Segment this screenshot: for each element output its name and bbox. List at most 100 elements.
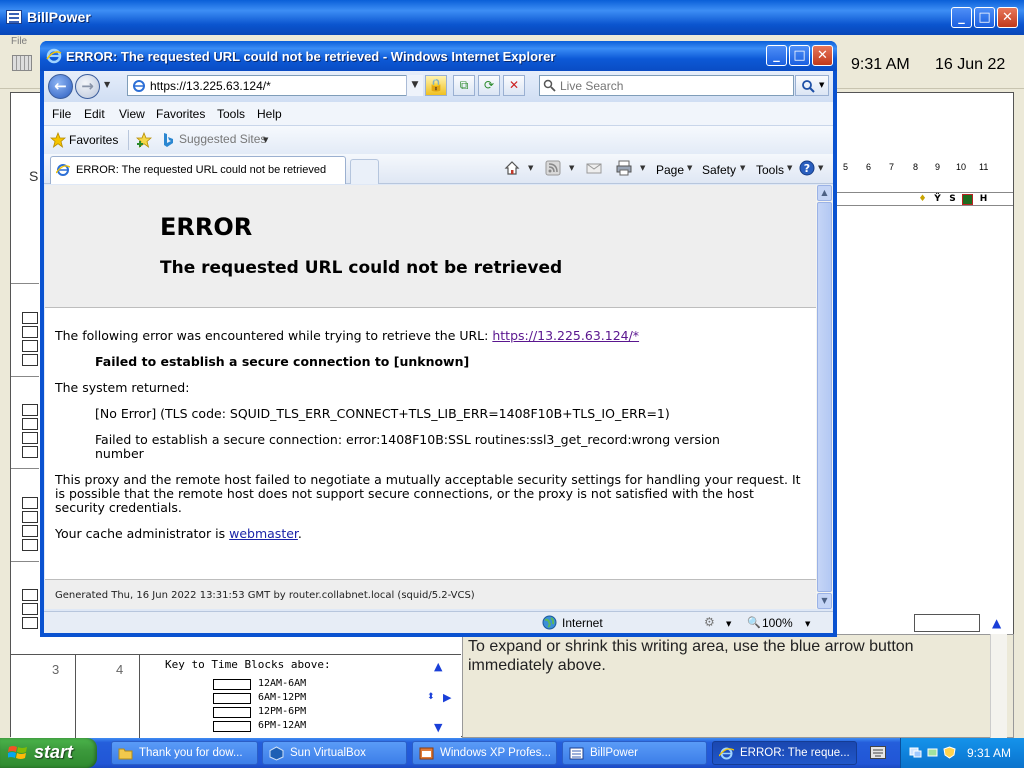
lock-icon[interactable]: 🔒 xyxy=(425,75,447,96)
key-swatch[interactable] xyxy=(213,679,251,690)
browser-tab[interactable]: ERROR: The requested URL could not be re… xyxy=(50,156,346,184)
webmaster-link[interactable]: webmaster xyxy=(229,526,298,541)
protected-dropdown-icon[interactable]: ▼ xyxy=(726,620,731,628)
notes-scrollbar[interactable] xyxy=(990,634,1007,738)
grid-icon[interactable] xyxy=(12,55,32,71)
network-icon[interactable] xyxy=(909,746,922,759)
ie-titlebar[interactable]: ERROR: The requested URL could not be re… xyxy=(40,41,837,71)
ie-maximize-button[interactable]: □ xyxy=(789,45,810,66)
checkbox[interactable] xyxy=(22,418,38,430)
help-icon[interactable]: ? xyxy=(799,160,815,176)
key-swatch[interactable] xyxy=(213,707,251,718)
search-input[interactable] xyxy=(560,78,780,93)
keyboard-icon[interactable] xyxy=(870,746,886,759)
stop-icon[interactable]: ✕ xyxy=(503,75,525,96)
checkbox[interactable] xyxy=(22,340,38,352)
scroll-up-icon[interactable]: ▲ xyxy=(817,185,832,201)
protected-mode-icon[interactable]: ⚙ xyxy=(704,615,715,629)
search-dropdown-icon[interactable]: ▼ xyxy=(819,81,824,89)
compatibility-view-icon[interactable]: ⧉ xyxy=(453,75,475,96)
zoom-icon[interactable]: 🔍 xyxy=(747,616,761,629)
checkbox[interactable] xyxy=(22,354,38,366)
scroll-down-icon[interactable]: ▼ xyxy=(817,593,832,609)
ie-minimize-button[interactable]: _ xyxy=(766,45,787,66)
checkbox[interactable] xyxy=(22,446,38,458)
scroll-thumb[interactable] xyxy=(817,202,832,592)
book-icon[interactable] xyxy=(962,194,973,205)
checkbox[interactable] xyxy=(22,539,38,551)
search-box[interactable] xyxy=(539,75,794,96)
read-mail-icon[interactable] xyxy=(586,160,602,176)
error-url-link[interactable]: https://13.225.63.124/* xyxy=(492,328,639,343)
taskbar-item-active[interactable]: ERROR: The reque... xyxy=(712,741,857,765)
checkbox[interactable] xyxy=(22,432,38,444)
up-down-arrow-icon[interactable]: ⬍ xyxy=(427,692,435,703)
checkbox[interactable] xyxy=(22,511,38,523)
suggested-sites-button[interactable]: Suggested Sites xyxy=(179,132,266,146)
menu-tools[interactable]: Tools xyxy=(217,107,245,121)
taskbar-item[interactable]: BillPower xyxy=(562,741,707,765)
tray-clock[interactable]: 9:31 AM xyxy=(967,746,1011,760)
print-dropdown-icon[interactable]: ▼ xyxy=(640,164,645,172)
checkbox[interactable] xyxy=(22,617,38,629)
key-swatch[interactable] xyxy=(213,721,251,732)
minimize-button[interactable]: _ xyxy=(951,7,972,28)
checkbox[interactable] xyxy=(22,589,38,601)
print-icon[interactable] xyxy=(616,160,632,176)
add-to-favorites-icon[interactable] xyxy=(136,132,152,148)
taskbar-item[interactable]: Windows XP Profes... xyxy=(412,741,557,765)
feeds-icon[interactable] xyxy=(545,160,561,176)
new-tab-button[interactable] xyxy=(350,159,379,184)
antenna-icon[interactable]: Ÿ xyxy=(932,194,943,205)
expand-up-arrow-icon[interactable]: ▲ xyxy=(992,616,1001,630)
forward-button[interactable]: → xyxy=(75,74,100,99)
page-dropdown-icon[interactable]: ▼ xyxy=(687,164,692,172)
address-dropdown-icon[interactable]: ▼ xyxy=(406,75,423,96)
menu-view[interactable]: View xyxy=(119,107,145,121)
bulb-icon[interactable]: ♦ xyxy=(917,194,928,205)
ie-close-button[interactable]: ✕ xyxy=(812,45,833,66)
checkbox[interactable] xyxy=(22,404,38,416)
home-dropdown-icon[interactable]: ▼ xyxy=(528,164,533,172)
scroll-down-arrow-icon[interactable]: ▼ xyxy=(434,722,442,733)
history-dropdown-icon[interactable]: ▼ xyxy=(104,80,110,89)
s-marker[interactable]: S xyxy=(947,194,958,205)
tools-menu[interactable]: Tools xyxy=(756,163,784,177)
favorites-star-icon[interactable] xyxy=(50,132,66,148)
home-icon[interactable] xyxy=(504,160,520,176)
taskbar-item[interactable]: Thank you for dow... xyxy=(111,741,258,765)
checkbox[interactable] xyxy=(22,312,38,324)
close-button[interactable]: ✕ xyxy=(997,7,1018,28)
maximize-button[interactable]: □ xyxy=(974,7,995,28)
favorites-button[interactable]: Favorites xyxy=(69,133,118,147)
checkbox[interactable] xyxy=(22,497,38,509)
feeds-dropdown-icon[interactable]: ▼ xyxy=(569,164,574,172)
checkbox[interactable] xyxy=(22,326,38,338)
expand-right-arrow-icon[interactable]: ▶ xyxy=(443,692,451,703)
safety-dropdown-icon[interactable]: ▼ xyxy=(740,164,745,172)
suggested-sites-dropdown-icon[interactable]: ▼ xyxy=(263,136,268,144)
safely-remove-icon[interactable] xyxy=(926,746,939,759)
taskbar-item[interactable]: Sun VirtualBox xyxy=(262,741,407,765)
refresh-icon[interactable]: ⟳ xyxy=(478,75,500,96)
small-input[interactable] xyxy=(914,614,980,632)
checkbox[interactable] xyxy=(22,525,38,537)
safety-menu[interactable]: Safety xyxy=(702,163,736,177)
start-button[interactable]: start xyxy=(0,738,97,768)
zoom-dropdown-icon[interactable]: ▼ xyxy=(805,620,810,628)
scroll-up-arrow-icon[interactable]: ▲ xyxy=(434,661,442,672)
menu-favorites[interactable]: Favorites xyxy=(156,107,205,121)
checkbox[interactable] xyxy=(22,603,38,615)
page-scrollbar[interactable]: ▲ ▼ xyxy=(816,185,833,609)
help-dropdown-icon[interactable]: ▼ xyxy=(818,164,823,172)
zoom-level[interactable]: 100% xyxy=(762,616,793,630)
h-marker[interactable]: H xyxy=(978,194,989,205)
menu-help[interactable]: Help xyxy=(257,107,282,121)
back-button[interactable]: ← xyxy=(48,74,73,99)
menu-file[interactable]: File xyxy=(11,36,27,47)
address-text[interactable]: https://13.225.63.124/* xyxy=(150,79,271,93)
tools-dropdown-icon[interactable]: ▼ xyxy=(787,164,792,172)
menu-file[interactable]: File xyxy=(52,107,71,121)
security-shield-icon[interactable] xyxy=(943,746,956,759)
page-menu[interactable]: Page xyxy=(656,163,684,177)
